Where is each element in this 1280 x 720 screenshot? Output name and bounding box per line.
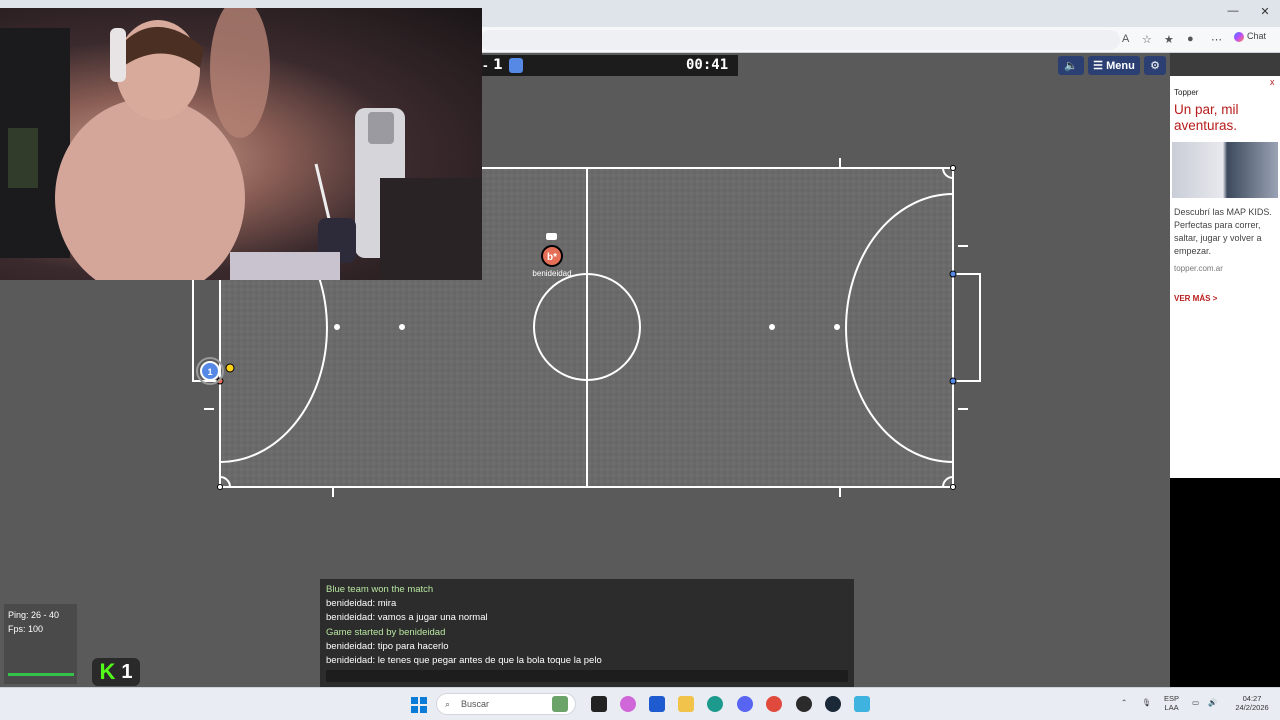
penalty-spot-left-1	[334, 324, 340, 330]
lang-bottom: LAA	[1164, 703, 1179, 712]
chat-message: benideidad: vamos a jugar una normal	[326, 612, 488, 624]
kick-viewer-badge: K 1	[92, 658, 140, 686]
settings-button[interactable]: ⚙	[1144, 56, 1166, 75]
clock[interactable]: 04:27 24/2/2026	[1226, 694, 1278, 712]
red-player-avatar: b*	[547, 252, 557, 263]
search-placeholder: Buscar	[461, 699, 490, 709]
ad-cta-link[interactable]: VER MÁS >	[1174, 294, 1217, 303]
chat-message: Game started by benideidad	[326, 626, 446, 638]
corner-post-br	[950, 484, 956, 490]
person-torso	[55, 98, 245, 280]
penalty-spot-left-2	[399, 324, 405, 330]
menu-label: Menu	[1106, 59, 1135, 72]
chat-message: benideidad: le tenes que pegar antes de …	[326, 655, 602, 667]
kick-viewer-count: 1	[121, 660, 133, 683]
desk-dark	[380, 178, 482, 280]
file-explorer-icon[interactable]	[678, 696, 694, 712]
second-person	[210, 8, 270, 138]
headset-band	[110, 28, 126, 82]
ad-gutter	[1170, 53, 1280, 76]
chat-message: Blue team won the match	[326, 584, 434, 595]
ad-close-icon[interactable]: x	[1270, 77, 1275, 87]
store-icon[interactable]	[649, 696, 665, 712]
score-value: 1	[493, 57, 503, 73]
ad-headline: Un par, mil aventuras.	[1174, 102, 1239, 133]
blue-player-avatar: 1	[207, 367, 212, 377]
ad-blank-area	[1170, 478, 1280, 687]
net-stats: Ping: 26 - 40 Fps: 100	[4, 604, 77, 684]
volume-icon[interactable]: 🔊	[1208, 698, 1217, 707]
ad-body: Descubrí las MAP KIDS. Perfectas para co…	[1174, 207, 1272, 256]
topper-ad[interactable]: x Topper Un par, mil aventuras. Descubrí…	[1170, 76, 1280, 478]
chat-panel: Blue team won the match benideidad: mira…	[320, 579, 854, 687]
copilot-icon[interactable]	[620, 696, 636, 712]
goalpost-right-bottom	[949, 377, 957, 385]
score-separator: -	[483, 57, 488, 73]
penalty-spot-right-2	[834, 324, 840, 330]
fps-readout: Fps: 100	[8, 624, 44, 634]
right-goal	[953, 273, 981, 382]
thermos-cap	[368, 112, 394, 144]
menu-button[interactable]: ☰ Menu	[1088, 56, 1140, 75]
app-icon[interactable]	[796, 696, 812, 712]
ad-url[interactable]: topper.com.ar	[1174, 264, 1223, 273]
corner-post-bl	[217, 484, 223, 490]
microphone-icon[interactable]: 🎙	[1142, 698, 1152, 707]
steam-icon[interactable]	[825, 696, 841, 712]
chair-accent	[8, 128, 38, 188]
mate-straw	[314, 163, 332, 224]
sound-button[interactable]: 🔈	[1058, 56, 1084, 75]
edge-icon[interactable]	[707, 696, 723, 712]
blue-team-badge	[509, 58, 523, 73]
tray-expand-icon[interactable]: ⌃	[1121, 698, 1127, 707]
chat-input[interactable]	[326, 670, 848, 682]
webcam-scene	[0, 8, 482, 280]
gear-icon: ⚙	[1150, 60, 1160, 72]
ping-readout: Ping: 26 - 40	[8, 610, 60, 620]
lang-top: ESP	[1164, 694, 1180, 703]
keyboard	[230, 252, 340, 280]
chrome-icon[interactable]	[766, 696, 782, 712]
ad-shoes-image[interactable]	[1172, 142, 1278, 198]
corner-post-tr	[950, 165, 956, 171]
screen: — ✕ A ☆ ★ ● ⋯ Chat b* benideidad 1 - 1 0…	[0, 0, 1280, 720]
widget-icon[interactable]	[552, 696, 568, 712]
discord-icon[interactable]	[737, 696, 753, 712]
goalpost-right-top	[949, 270, 957, 278]
chat-message: benideidad: tipo para hacerlo	[326, 640, 449, 652]
ping-graph	[8, 673, 74, 676]
clock-time: 04:27	[1242, 694, 1262, 703]
language-indicator[interactable]: ESP LAA	[1164, 694, 1179, 712]
ad-brand: Topper	[1174, 88, 1199, 97]
speaker-icon: 🔈	[1064, 60, 1078, 72]
windows-taskbar: ⌕ Buscar ⌃ 🎙 ESP LAA ▭ 🔊 04:27 24/2/2026	[0, 687, 1280, 720]
chat-message: benideidad: mira	[326, 598, 397, 610]
speech-bubble-icon	[546, 233, 557, 240]
search-icon: ⌕	[445, 699, 451, 709]
webcam-overlay	[0, 8, 482, 280]
epic-games-icon[interactable]	[591, 696, 607, 712]
network-icon[interactable]: ▭	[1192, 698, 1199, 707]
kick-logo-icon: K	[99, 659, 116, 684]
match-timer: 00:41	[686, 57, 729, 73]
windows-start-icon[interactable]	[411, 697, 427, 713]
haxball-icon[interactable]	[854, 696, 870, 712]
hamburger-icon: ☰	[1093, 60, 1107, 72]
clock-date: 24/2/2026	[1235, 703, 1269, 712]
red-player-name: benideidad	[532, 269, 571, 278]
penalty-spot-right-1	[769, 324, 775, 330]
ball	[225, 363, 235, 373]
